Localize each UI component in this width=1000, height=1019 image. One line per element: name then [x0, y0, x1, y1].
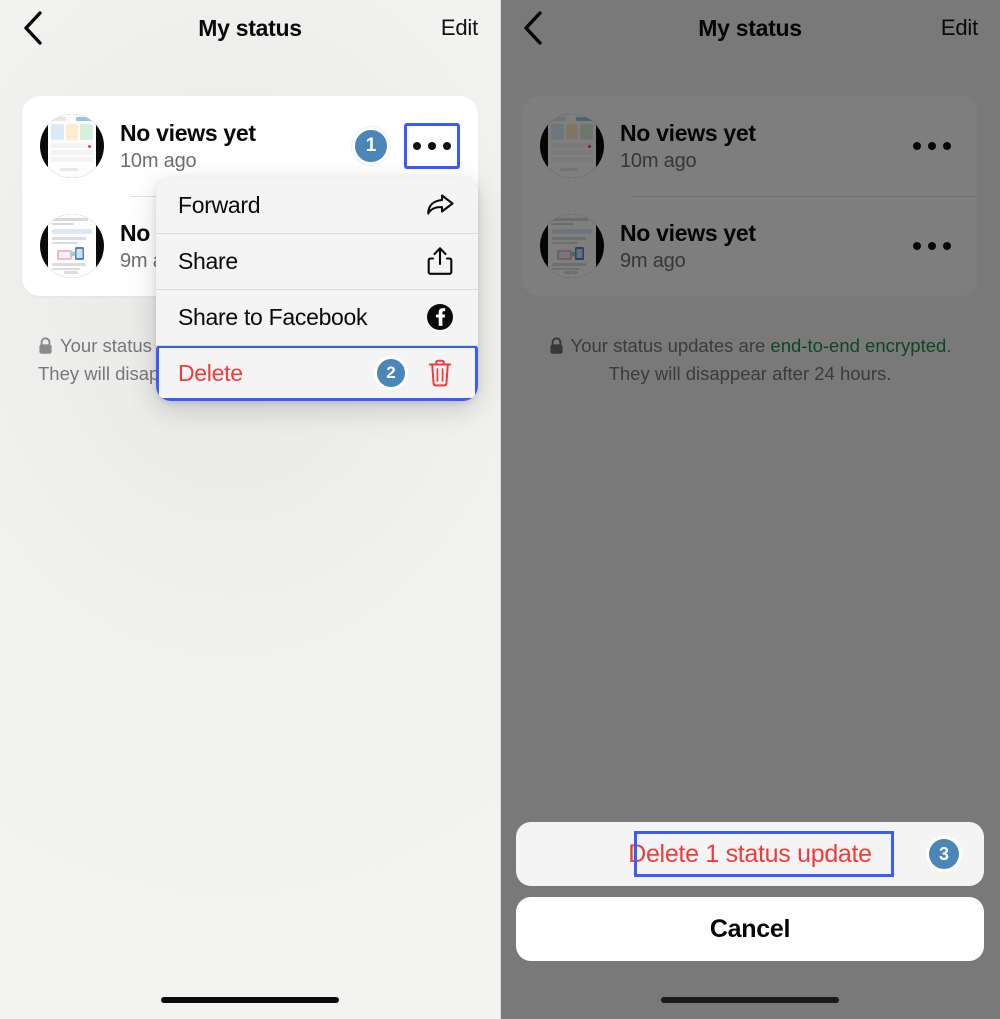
delete-confirm-screen: My status Edit [500, 0, 1000, 1019]
context-menu-item-forward[interactable]: Forward [156, 177, 478, 233]
context-menu-item-share-to-facebook[interactable]: Share to Facebook [156, 289, 478, 345]
context-menu-item-share[interactable]: Share [156, 233, 478, 289]
cancel-button[interactable]: Cancel [516, 897, 984, 961]
chevron-left-icon[interactable] [22, 11, 44, 45]
forward-arrow-icon [424, 189, 456, 221]
navigation-bar: My status Edit [0, 0, 500, 56]
status-thumbnail[interactable] [40, 114, 104, 178]
share-icon [424, 245, 456, 277]
trash-icon [424, 357, 456, 389]
dual-screen-comparison: My status Edit No views yet 10m ago 1 No… [0, 0, 1000, 1019]
facebook-icon [424, 301, 456, 333]
home-indicator [161, 997, 339, 1003]
status-title: No views yet [120, 119, 256, 146]
delete-button-label: Delete 1 status update [628, 839, 872, 868]
home-indicator [661, 997, 839, 1003]
context-menu-label: Share to Facebook [178, 303, 368, 330]
step-badge-1: 1 [352, 127, 390, 165]
lock-icon [38, 337, 53, 362]
step-badge-2: 2 [374, 356, 408, 390]
context-menu-label: Forward [178, 191, 261, 218]
more-options-button[interactable] [404, 123, 460, 169]
edit-button[interactable]: Edit [441, 15, 478, 41]
context-menu-label: Share [178, 247, 238, 274]
screen-separator [500, 0, 501, 1019]
cancel-button-label: Cancel [709, 914, 791, 943]
context-menu: Forward Share Share to Facebook Delete 2 [156, 177, 478, 401]
status-thumbnail[interactable] [40, 214, 104, 278]
step-badge-3: 3 [926, 836, 962, 872]
status-info: No views yet 10m ago [120, 120, 352, 173]
status-timestamp: 10m ago [120, 149, 197, 172]
context-menu-item-delete[interactable]: Delete 2 [156, 345, 478, 401]
page-title: My status [198, 14, 302, 41]
delete-action-sheet: Delete 1 status update 3 Cancel [516, 822, 984, 961]
context-menu-screen: My status Edit No views yet 10m ago 1 No… [0, 0, 500, 1019]
delete-status-button[interactable]: Delete 1 status update 3 [516, 822, 984, 886]
context-menu-label: Delete [178, 359, 243, 386]
